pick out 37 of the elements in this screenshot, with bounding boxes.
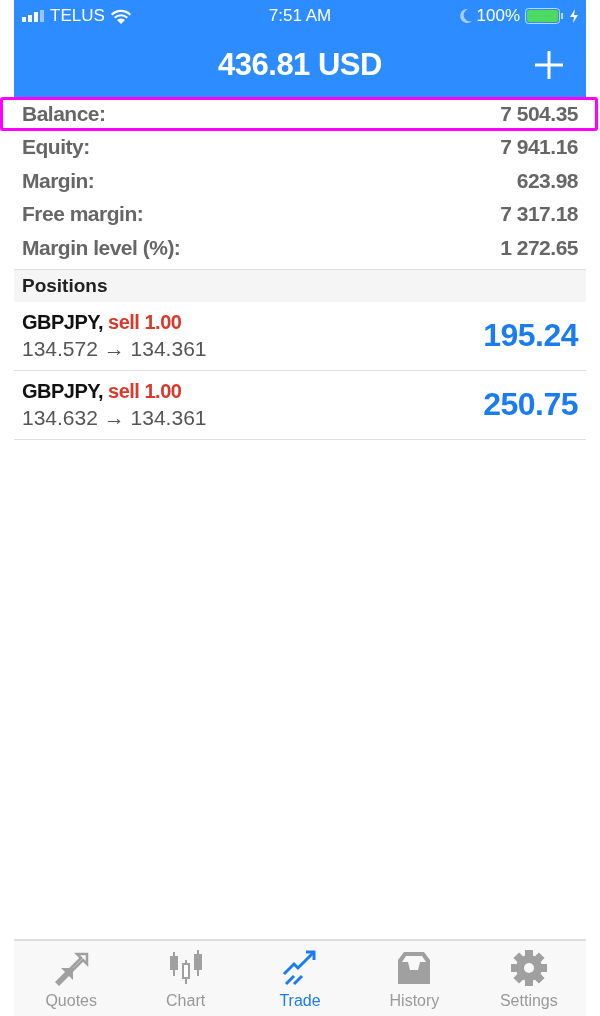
carrier-name: TELUS bbox=[50, 6, 105, 26]
charging-icon bbox=[570, 9, 578, 23]
account-value: 7 941.16 bbox=[500, 135, 578, 160]
position-row[interactable]: GBPJPY, sell 1.00 134.632 → 134.361 250.75 bbox=[14, 370, 586, 440]
battery-percent: 100% bbox=[476, 6, 520, 26]
position-prices: 134.572 → 134.361 bbox=[22, 336, 207, 361]
signal-icon bbox=[22, 10, 44, 22]
account-label: Balance: bbox=[22, 101, 106, 126]
tab-bar-item[interactable]: Trade bbox=[242, 941, 358, 1016]
add-icon[interactable] bbox=[534, 50, 564, 80]
position-symbol: GBPJPY, bbox=[22, 379, 103, 402]
account-value: 623.98 bbox=[516, 168, 578, 193]
tab-bar-item[interactable]: Quotes bbox=[14, 941, 129, 1016]
section-header: Positions bbox=[14, 269, 586, 302]
position-row[interactable]: GBPJPY, sell 1.00 134.572 → 134.361 195.24 bbox=[14, 301, 586, 371]
account-label: Margin: bbox=[22, 168, 95, 193]
balance-title: 436.81 USD bbox=[218, 46, 382, 83]
position-order: sell 1.00 bbox=[108, 310, 182, 333]
position-prices: 134.632 → 134.361 bbox=[22, 405, 207, 430]
position-profit: 195.24 bbox=[483, 317, 578, 354]
moon-icon bbox=[459, 9, 472, 23]
tab-bar-item[interactable]: History bbox=[357, 941, 472, 1016]
account-label: Equity: bbox=[22, 135, 90, 160]
account-value: 7 317.18 bbox=[500, 202, 578, 227]
position-profit: 250.75 bbox=[483, 386, 578, 423]
account-value: 1 272.65 bbox=[500, 235, 578, 260]
position-order: sell 1.00 bbox=[108, 379, 182, 402]
tab-bar-item[interactable]: Settings bbox=[471, 941, 587, 1016]
account-label: Margin level (%): bbox=[22, 235, 181, 260]
settings-icon bbox=[508, 947, 549, 988]
status-time: 7:51 AM bbox=[268, 6, 332, 26]
account-value: 7 504.35 bbox=[500, 101, 578, 126]
wifi-icon bbox=[110, 8, 131, 24]
position-symbol: GBPJPY, bbox=[22, 310, 103, 333]
account-label: Free margin: bbox=[22, 202, 144, 227]
tab-bar-item[interactable]: Chart bbox=[128, 941, 243, 1016]
battery-icon bbox=[525, 8, 565, 24]
